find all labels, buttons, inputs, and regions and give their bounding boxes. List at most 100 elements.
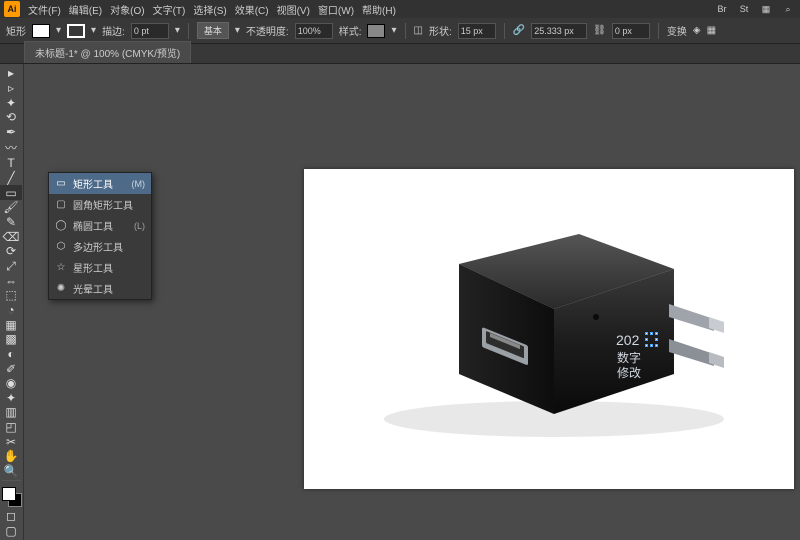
direct-selection-tool[interactable]: ▹ bbox=[0, 81, 22, 96]
menubar: Ai 文件(F) 编辑(E) 对象(O) 文字(T) 选择(S) 效果(C) 视… bbox=[0, 0, 800, 18]
flyout-rectangle-shortcut: (M) bbox=[132, 179, 146, 189]
flyout-polygon-label: 多边形工具 bbox=[73, 239, 123, 254]
flyout-ellipse[interactable]: ◯ 椭圆工具 (L) bbox=[49, 215, 151, 236]
flyout-rounded-rect[interactable]: ▢ 圆角矩形工具 bbox=[49, 194, 151, 215]
rectangle-tool[interactable]: ▭ bbox=[0, 185, 22, 200]
flyout-flare-label: 光晕工具 bbox=[73, 281, 113, 296]
style-label: 样式: bbox=[339, 23, 362, 38]
paintbrush-tool[interactable]: 🖌 bbox=[0, 200, 22, 215]
symbol-sprayer-tool[interactable]: ✦ bbox=[0, 391, 22, 406]
canvas-area[interactable]: ▭ 矩形工具 (M) ▢ 圆角矩形工具 ◯ 椭圆工具 (L) ⬡ 多边形工具 ☆… bbox=[24, 64, 800, 540]
menu-window[interactable]: 窗口(W) bbox=[318, 2, 354, 17]
rectangle-icon: ▭ bbox=[55, 178, 67, 190]
bridge-icon[interactable]: Br bbox=[714, 2, 730, 16]
menu-effect[interactable]: 效果(C) bbox=[235, 2, 269, 17]
screen-mode[interactable]: ▢ bbox=[0, 524, 22, 539]
brush-dropdown-icon[interactable]: ▾ bbox=[235, 25, 240, 36]
flare-icon: ✺ bbox=[55, 283, 67, 295]
width-tool[interactable]: ⇔ bbox=[0, 274, 22, 289]
gradient-tool[interactable]: ◐ bbox=[0, 347, 22, 362]
width-input[interactable] bbox=[531, 23, 587, 39]
menu-help[interactable]: 帮助(H) bbox=[362, 2, 396, 17]
zoom-tool[interactable]: 🔍 bbox=[0, 464, 22, 479]
free-transform-tool[interactable]: ⬚ bbox=[0, 288, 22, 303]
shaper-tool[interactable]: ✎ bbox=[0, 215, 22, 230]
menu-file[interactable]: 文件(F) bbox=[28, 2, 61, 17]
height-input[interactable] bbox=[612, 23, 650, 39]
transform-label[interactable]: 变换 bbox=[667, 23, 687, 38]
search-icon[interactable]: ⌕ bbox=[780, 2, 796, 16]
line-tool[interactable]: ╱ bbox=[0, 171, 22, 186]
stroke-weight-input[interactable] bbox=[131, 23, 169, 39]
eyedropper-tool[interactable]: ✐ bbox=[0, 361, 22, 376]
flyout-flare[interactable]: ✺ 光晕工具 bbox=[49, 278, 151, 299]
scale-tool[interactable]: ⤢ bbox=[0, 259, 22, 274]
align-artboard-icon[interactable]: ▦ bbox=[707, 25, 716, 36]
flyout-ellipse-shortcut: (L) bbox=[134, 221, 145, 231]
style-dropdown-icon[interactable]: ▾ bbox=[391, 25, 396, 36]
menu-type[interactable]: 文字(T) bbox=[153, 2, 186, 17]
divider bbox=[658, 23, 659, 39]
shape-tool-flyout: ▭ 矩形工具 (M) ▢ 圆角矩形工具 ◯ 椭圆工具 (L) ⬡ 多边形工具 ☆… bbox=[48, 172, 152, 300]
opacity-label: 不透明度: bbox=[246, 23, 289, 38]
style-swatch[interactable] bbox=[367, 24, 385, 38]
stroke-swatch[interactable] bbox=[67, 24, 85, 38]
isolate-icon[interactable]: ◈ bbox=[693, 25, 701, 36]
draw-mode-normal[interactable]: ◻ bbox=[0, 509, 22, 524]
pen-tool[interactable]: ✒ bbox=[0, 125, 22, 140]
link-icon[interactable]: 🔗 bbox=[513, 25, 525, 36]
lasso-tool[interactable]: ⟲ bbox=[0, 110, 22, 125]
artboard[interactable]: 202 数字 修改 bbox=[304, 169, 794, 489]
stock-icon[interactable]: St bbox=[736, 2, 752, 16]
blend-tool[interactable]: ◉ bbox=[0, 376, 22, 391]
brush-basic-button[interactable]: 基本 bbox=[197, 22, 229, 39]
fill-dropdown-icon[interactable]: ▾ bbox=[56, 25, 61, 36]
menu-edit[interactable]: 编辑(E) bbox=[69, 2, 102, 17]
arrange-icon[interactable]: ▦ bbox=[758, 2, 774, 16]
flyout-star[interactable]: ☆ 星形工具 bbox=[49, 257, 151, 278]
canvas-text-modify[interactable]: 修改 bbox=[617, 366, 641, 380]
artboard-tool[interactable]: ◰ bbox=[0, 420, 22, 435]
hand-tool[interactable]: ✋ bbox=[0, 449, 22, 464]
menu-select[interactable]: 选择(S) bbox=[193, 2, 226, 17]
flyout-rectangle[interactable]: ▭ 矩形工具 (M) bbox=[49, 173, 151, 194]
divider bbox=[405, 23, 406, 39]
perspective-tool[interactable]: ▦ bbox=[0, 317, 22, 332]
divider bbox=[504, 23, 505, 39]
menu-view[interactable]: 视图(V) bbox=[277, 2, 310, 17]
document-tab[interactable]: 未标题-1* @ 100% (CMYK/预览) bbox=[24, 41, 191, 63]
constrain-icon[interactable]: ⛓ bbox=[593, 25, 606, 36]
foreground-color-swatch[interactable] bbox=[2, 487, 16, 501]
magic-wand-tool[interactable]: ✦ bbox=[0, 95, 22, 110]
opacity-input[interactable] bbox=[295, 23, 333, 39]
fill-swatch[interactable] bbox=[32, 24, 50, 38]
rotate-tool[interactable]: ⟳ bbox=[0, 244, 22, 259]
stroke-dropdown-icon[interactable]: ▾ bbox=[91, 25, 96, 36]
color-swatches[interactable] bbox=[2, 487, 21, 505]
rounded-rect-icon: ▢ bbox=[55, 199, 67, 211]
stroke-label: 描边: bbox=[102, 23, 125, 38]
shape-label2: 形状: bbox=[429, 23, 452, 38]
eraser-tool[interactable]: ⌫ bbox=[0, 229, 22, 244]
mesh-tool[interactable]: ▩ bbox=[0, 332, 22, 347]
graph-tool[interactable]: ▥ bbox=[0, 405, 22, 420]
selection-tool[interactable]: ▸ bbox=[0, 66, 22, 81]
app-icon: Ai bbox=[4, 1, 20, 17]
canvas-text-202[interactable]: 202 bbox=[616, 332, 639, 349]
divider bbox=[188, 23, 189, 39]
menu-utility-icons: Br St ▦ ⌕ bbox=[714, 2, 796, 16]
canvas-text-digit[interactable]: 数字 bbox=[617, 351, 641, 365]
menu-object[interactable]: 对象(O) bbox=[110, 2, 144, 17]
type-tool[interactable]: T bbox=[0, 156, 22, 171]
curvature-tool[interactable]: 〰 bbox=[0, 139, 22, 156]
corner-radius-input[interactable] bbox=[458, 23, 496, 39]
flyout-ellipse-label: 椭圆工具 bbox=[73, 218, 113, 233]
flyout-polygon[interactable]: ⬡ 多边形工具 bbox=[49, 236, 151, 257]
slice-tool[interactable]: ✂ bbox=[0, 434, 22, 449]
document-tabbar: 未标题-1* @ 100% (CMYK/预览) bbox=[0, 44, 800, 64]
stroke-weight-dropdown-icon[interactable]: ▾ bbox=[175, 25, 180, 36]
selection-handles[interactable] bbox=[645, 332, 657, 346]
align-icon[interactable]: ◫ bbox=[414, 25, 423, 36]
flyout-star-label: 星形工具 bbox=[73, 260, 113, 275]
shape-builder-tool[interactable]: ◔ bbox=[0, 303, 22, 318]
